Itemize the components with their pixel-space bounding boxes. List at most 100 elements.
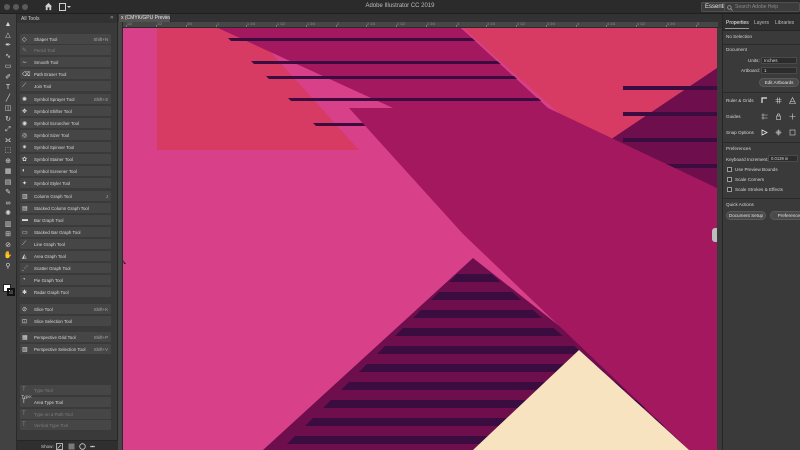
options-icon[interactable] xyxy=(89,443,96,450)
type-tool-icon[interactable]: T xyxy=(3,83,13,92)
tool-shortcut: Shift+P xyxy=(93,334,108,340)
tool-item[interactable]: ▤ Stacked Column Graph Tool xyxy=(20,203,111,213)
grid-view-icon[interactable] xyxy=(79,443,86,450)
snap-to-point-icon[interactable] xyxy=(761,129,768,136)
paintbrush-tool-icon[interactable]: ✐ xyxy=(3,73,13,82)
tool-item[interactable]: ◉ Symbol Scruncher Tool xyxy=(20,118,111,128)
tool-item[interactable]: ▭ Stacked Bar Graph Tool xyxy=(20,227,111,237)
tool-item[interactable]: ✦ Symbol Styler Tool xyxy=(20,178,111,188)
tool-item[interactable]: ⊡ Slice Selection Tool xyxy=(20,316,111,326)
guides-label: Guides xyxy=(726,114,741,119)
help-search-input[interactable]: Search Adobe Help xyxy=(724,2,800,12)
mesh-tool-icon[interactable]: ▦ xyxy=(3,167,13,176)
smart-guides-icon[interactable] xyxy=(789,113,796,120)
eyedropper-tool-icon[interactable]: ✎ xyxy=(3,188,13,197)
tool-item[interactable]: T Type Tool xyxy=(20,385,111,395)
tool-item[interactable]: ▥ Column Graph Tool J xyxy=(20,191,111,201)
pen-tool-icon[interactable]: ✒ xyxy=(3,41,13,50)
tool-item[interactable]: ∼ Smooth Tool xyxy=(20,57,111,67)
stroke-color-swatch[interactable] xyxy=(7,288,15,296)
tool-item[interactable]: ✷ Symbol Spinner Tool xyxy=(20,142,111,152)
rulers-grids-label: Ruler & Grids xyxy=(726,98,754,103)
tool-item[interactable]: T Area Type Tool xyxy=(20,397,111,407)
eraser-tool-icon[interactable]: ◫ xyxy=(3,104,13,113)
tool-icon: ▭ xyxy=(22,229,28,236)
document-setup-button[interactable]: Document Setup xyxy=(726,211,766,220)
scale-tool-icon[interactable]: ⤢ xyxy=(3,125,13,134)
tool-item[interactable]: ✎ Pencil Tool xyxy=(20,45,111,55)
tool-item[interactable]: ⋰ Scatter Graph Tool xyxy=(20,263,111,273)
curvature-tool-icon[interactable]: ∿ xyxy=(3,52,13,61)
tool-item[interactable]: ◔ Pie Graph Tool xyxy=(20,275,111,285)
tool-label: Slice Tool xyxy=(34,306,53,312)
view-mode-icon[interactable] xyxy=(56,443,63,450)
artboard-select[interactable]: 1 xyxy=(761,67,797,74)
tool-item[interactable]: ✿ Symbol Stainer Tool xyxy=(20,154,111,164)
tool-item[interactable]: ⊘ Slice Tool Shift+K xyxy=(20,304,111,314)
artboard-tool-icon[interactable]: ⊞ xyxy=(3,230,13,239)
ruler-label: 4 xyxy=(577,22,579,26)
perspective-grid-icon[interactable] xyxy=(789,97,796,104)
tool-item[interactable]: ⟋ Line Graph Tool xyxy=(20,239,111,249)
tab-layers[interactable]: Layers xyxy=(754,20,769,26)
tab-libraries[interactable]: Libraries xyxy=(775,20,794,26)
tool-icon: ✦ xyxy=(22,180,28,187)
tool-item[interactable]: ⌫ Path Eraser Tool xyxy=(20,69,111,79)
stripe xyxy=(377,346,584,354)
line-tool-icon[interactable]: ╱ xyxy=(3,94,13,103)
tool-item[interactable]: T Type on a Path Tool xyxy=(20,409,111,419)
tool-item[interactable]: ✱ Radar Graph Tool xyxy=(20,287,111,297)
hand-tool-icon[interactable]: ✋ xyxy=(3,251,13,260)
rectangle-tool-icon[interactable]: ▭ xyxy=(3,62,13,71)
blend-tool-icon[interactable]: ∞ xyxy=(3,199,13,208)
preferences-button[interactable]: Preferences xyxy=(770,211,800,220)
close-drawer-icon[interactable]: ✕ xyxy=(110,15,114,21)
graph-tool-icon[interactable]: ▥ xyxy=(3,220,13,229)
scale-strokes-checkbox[interactable] xyxy=(727,187,732,192)
keyboard-increment-input[interactable]: 0.0139 in xyxy=(768,155,798,162)
tool-item[interactable]: ✥ Symbol Shifter Tool xyxy=(20,106,111,116)
artboard-canvas[interactable] xyxy=(123,28,717,450)
scale-corners-checkbox[interactable] xyxy=(727,177,732,182)
direct-selection-tool-icon[interactable]: △ xyxy=(3,31,13,40)
tool-item[interactable]: ◭ Area Graph Tool xyxy=(20,251,111,261)
edit-artboards-button[interactable]: Edit Artboards xyxy=(759,78,799,87)
snap-to-grid-icon[interactable] xyxy=(775,129,782,136)
tool-item[interactable]: T Vertical Type Tool xyxy=(20,420,111,430)
slice-tool-icon[interactable]: ⊘ xyxy=(3,241,13,250)
canvas-scroll-thumb[interactable] xyxy=(712,228,717,242)
document-tab[interactable]: x (CMYK/GPU Preview) xyxy=(119,14,171,22)
zoom-tool-icon[interactable]: ⚲ xyxy=(3,262,13,271)
tool-icon: ▬ xyxy=(22,216,28,223)
tool-item[interactable]: ⟋ Join Tool xyxy=(20,81,111,91)
use-preview-bounds-checkbox[interactable] xyxy=(727,167,732,172)
ruler-icon[interactable] xyxy=(761,97,768,104)
snap-to-pixel-icon[interactable] xyxy=(789,129,796,136)
tool-icon: ⊡ xyxy=(22,318,28,325)
width-tool-icon[interactable]: ⟗ xyxy=(3,136,13,145)
shape-builder-tool-icon[interactable]: ⊕ xyxy=(3,157,13,166)
ruler-tick xyxy=(306,25,307,27)
tool-item[interactable]: ▧ Perspective Selection Tool Shift+V xyxy=(20,344,111,354)
grid-icon[interactable] xyxy=(775,97,782,104)
tool-item[interactable]: ◎ Symbol Sizer Tool xyxy=(20,130,111,140)
tab-properties[interactable]: Properties xyxy=(726,20,749,26)
tool-item[interactable]: ◇ Shaper Tool Shift+N xyxy=(20,34,111,44)
tool-item[interactable]: ✺ Symbol Sprayer Tool Shift+S xyxy=(20,94,111,104)
tool-item[interactable]: ▬ Bar Graph Tool xyxy=(20,215,111,225)
ruler-label: 5 xyxy=(697,22,699,26)
lock-guides-icon[interactable] xyxy=(775,113,782,120)
app-title: Adobe Illustrator CC 2019 xyxy=(365,3,435,9)
tool-label: Area Type Tool xyxy=(34,399,64,405)
show-guides-icon[interactable] xyxy=(761,113,768,120)
selection-tool-icon[interactable]: ▲ xyxy=(3,20,13,29)
rotate-tool-icon[interactable]: ↻ xyxy=(3,115,13,124)
free-transform-tool-icon[interactable]: ⬚ xyxy=(3,146,13,155)
units-select[interactable]: Inches xyxy=(761,57,797,64)
symbol-sprayer-tool-icon[interactable]: ✺ xyxy=(3,209,13,218)
tool-item[interactable]: ▦ Perspective Grid Tool Shift+P xyxy=(20,332,111,342)
stripe xyxy=(431,292,522,300)
gradient-tool-icon[interactable]: ▤ xyxy=(3,178,13,187)
list-view-icon[interactable] xyxy=(68,443,75,450)
tool-item[interactable]: ◐ Symbol Screener Tool xyxy=(20,166,111,176)
